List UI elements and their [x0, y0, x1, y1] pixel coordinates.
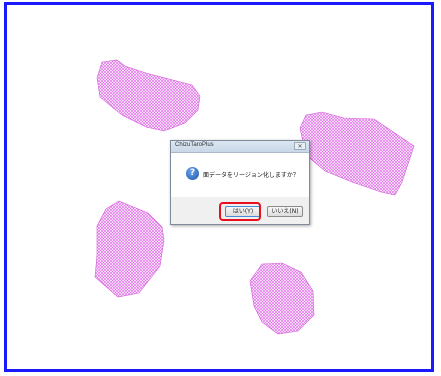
- area-polygon-4[interactable]: [249, 262, 315, 335]
- no-button[interactable]: いいえ(N): [267, 206, 303, 217]
- area-polygon-1[interactable]: [96, 59, 201, 132]
- dialog-titlebar[interactable]: ChizuTaroPlus ✕: [171, 141, 309, 153]
- dialog-title: ChizuTaroPlus: [175, 142, 214, 148]
- question-icon: ?: [186, 167, 199, 180]
- close-button[interactable]: ✕: [294, 142, 306, 150]
- dialog-message: 面データをリージョン化しますか？: [203, 172, 299, 179]
- area-polygon-3[interactable]: [94, 200, 165, 298]
- highlight-box: [219, 202, 261, 221]
- dialog-body: ? 面データをリージョン化しますか？: [171, 153, 309, 197]
- area-polygon-2[interactable]: [299, 111, 415, 196]
